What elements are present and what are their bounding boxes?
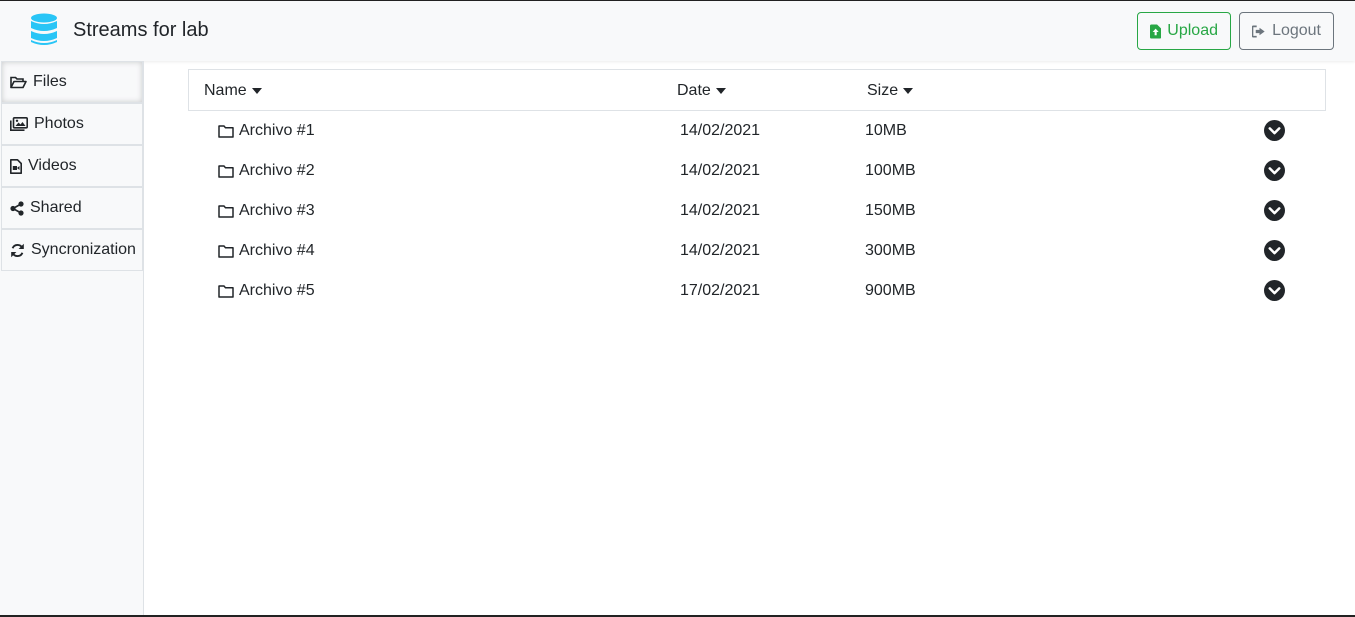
sync-icon [11,243,24,257]
upload-label: Upload [1167,22,1218,39]
caret-down-icon [903,88,914,94]
table-header: Name Date Size [188,69,1326,111]
chevron-down-circle-icon[interactable] [1264,240,1285,261]
caret-down-icon [715,88,726,94]
table-row[interactable]: Archivo #2 14/02/2021 100MB [188,151,1326,191]
sidebar-item-label: Videos [28,157,77,174]
chevron-down-circle-icon[interactable] [1264,120,1285,141]
table-row[interactable]: Archivo #5 17/02/2021 900MB [188,271,1326,311]
file-upload-icon [1150,23,1162,39]
caret-down-icon [251,88,262,94]
table-row[interactable]: Archivo #3 14/02/2021 150MB [188,191,1326,231]
folder-icon [218,124,234,138]
file-date-cell: 17/02/2021 [680,282,761,299]
table-row[interactable]: Archivo #4 14/02/2021 300MB [188,231,1326,271]
chevron-down-circle-icon[interactable] [1264,160,1285,181]
sidebar-item-label: Photos [34,115,84,132]
table-row[interactable]: Archivo #1 14/02/2021 10MB [188,111,1326,151]
logout-button[interactable]: Logout [1239,12,1334,50]
file-date-cell: 14/02/2021 [680,242,761,259]
file-name-cell: Archivo #1 [218,122,315,140]
file-size-cell: 300MB [865,242,916,259]
file-name-cell: Archivo #2 [218,162,315,180]
column-header-date[interactable]: Date [677,82,726,100]
file-date-cell: 14/02/2021 [680,162,761,179]
folder-icon [218,284,234,298]
sidebar: Files Photos Videos Shared Syncronizatio… [0,61,144,615]
app-header: Streams for lab Upload Logout [0,1,1355,61]
file-video-icon [10,158,22,174]
sidebar-item-label: Files [33,73,67,90]
file-size-cell: 150MB [865,202,916,219]
column-header-name[interactable]: Name [204,82,262,100]
folder-open-icon [10,76,27,88]
file-name-cell: Archivo #3 [218,202,315,220]
database-icon [31,13,57,45]
app-title: Streams for lab [73,19,209,41]
sidebar-item-label: Syncronization [31,241,136,258]
file-date-cell: 14/02/2021 [680,202,761,219]
file-size-cell: 100MB [865,162,916,179]
sidebar-item-videos[interactable]: Videos [1,145,143,187]
file-name-cell: Archivo #4 [218,242,315,260]
chevron-down-circle-icon[interactable] [1264,280,1285,301]
file-date-cell: 14/02/2021 [680,122,761,139]
share-icon [10,200,24,216]
folder-icon [218,204,234,218]
chevron-down-circle-icon[interactable] [1264,200,1285,221]
sign-out-icon [1252,25,1265,37]
folder-icon [218,164,234,178]
sidebar-item-label: Shared [30,199,82,216]
images-icon [10,117,28,131]
folder-icon [218,244,234,258]
column-header-size[interactable]: Size [867,82,914,100]
logout-label: Logout [1272,22,1321,39]
sidebar-item-syncronization[interactable]: Syncronization [1,229,143,271]
sidebar-item-shared[interactable]: Shared [1,187,143,229]
sidebar-item-photos[interactable]: Photos [1,103,143,145]
sidebar-item-files[interactable]: Files [1,61,143,103]
file-name-cell: Archivo #5 [218,282,315,300]
file-size-cell: 10MB [865,122,907,139]
file-size-cell: 900MB [865,282,916,299]
upload-button[interactable]: Upload [1137,12,1231,50]
